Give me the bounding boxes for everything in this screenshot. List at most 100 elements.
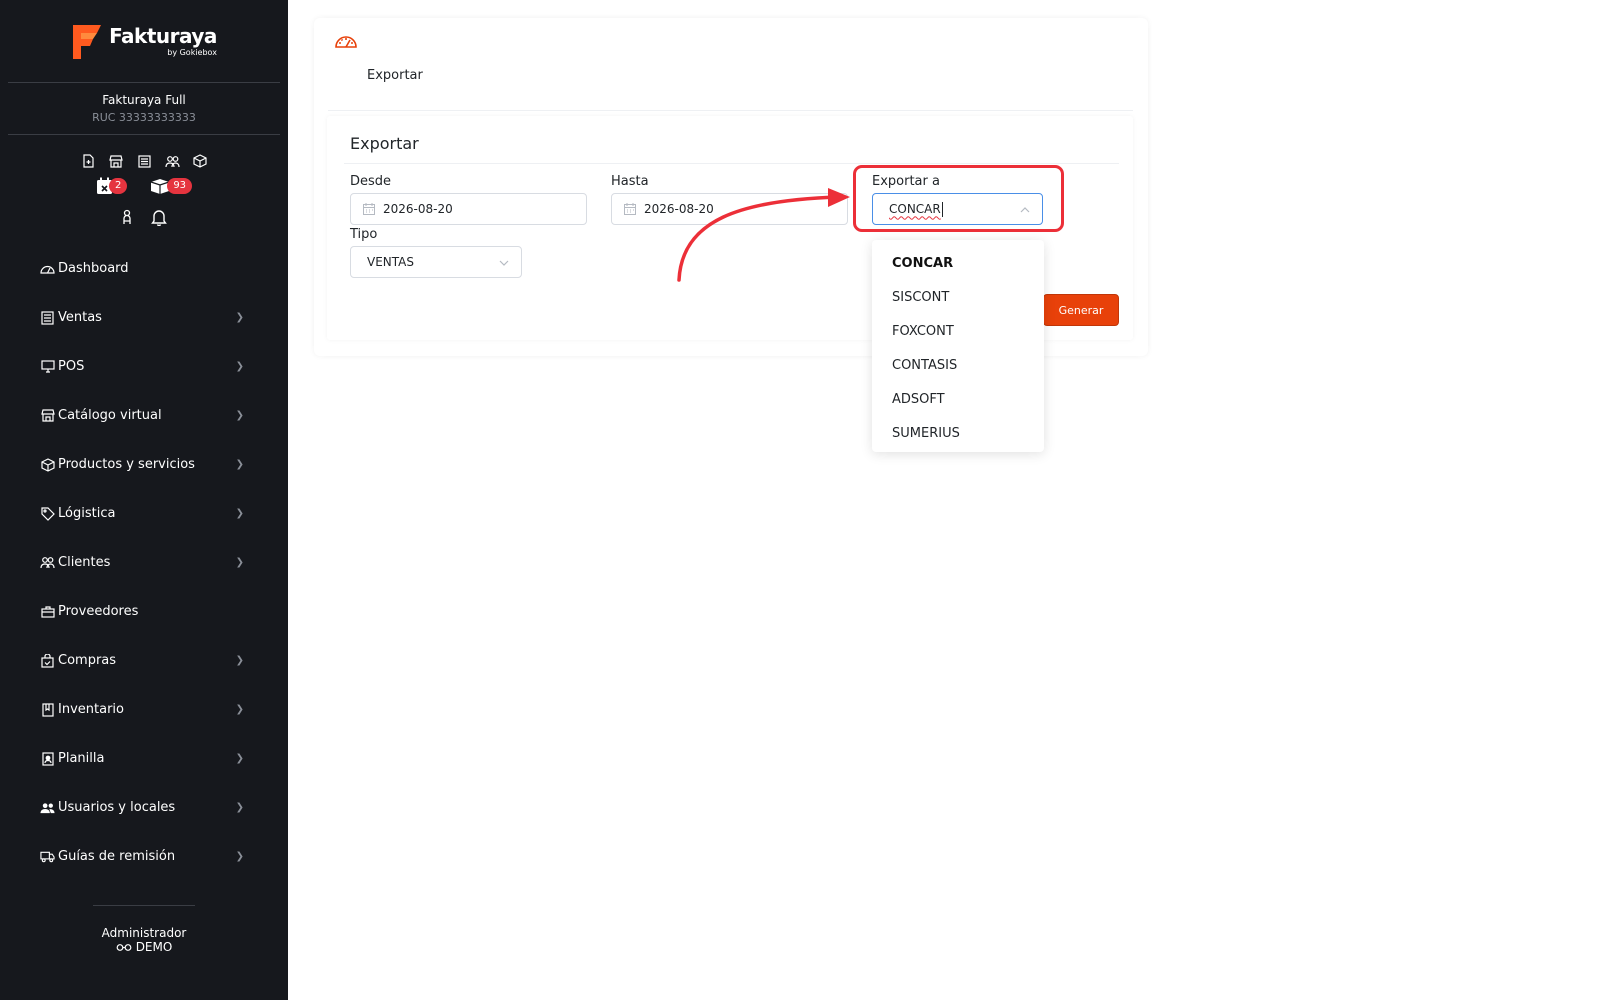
sidebar-item-compras[interactable]: Compras ❯ bbox=[0, 636, 288, 685]
file-plus-icon[interactable] bbox=[80, 153, 96, 169]
user-role: Administrador bbox=[101, 926, 187, 940]
hasta-date-input[interactable]: 2026-08-20 bbox=[611, 193, 848, 225]
chevron-right-icon: ❯ bbox=[235, 851, 244, 862]
sidebar-item-label: Guías de remisión bbox=[58, 849, 176, 864]
sidebar: Fakturaya by Gokiebox Fakturaya Full RUC… bbox=[0, 0, 288, 1000]
sidebar-item-inventario[interactable]: Inventario ❯ bbox=[0, 685, 288, 734]
sidebar-item-label: Productos y servicios bbox=[58, 457, 195, 472]
brand-tagline: by Gokiebox bbox=[167, 47, 217, 57]
briefcase-icon bbox=[40, 604, 55, 619]
book-icon bbox=[40, 702, 55, 717]
sidebar-item-planilla[interactable]: Planilla ❯ bbox=[0, 734, 288, 783]
company-info: Fakturaya Full RUC 33333333333 bbox=[0, 83, 288, 134]
sidebar-item-catalogo[interactable]: Catálogo virtual ❯ bbox=[0, 391, 288, 440]
generate-button[interactable]: Generar bbox=[1043, 294, 1119, 326]
monitor-icon bbox=[40, 359, 55, 374]
sidebar-item-label: Proveedores bbox=[58, 604, 139, 619]
fakturaya-logo-icon bbox=[73, 25, 102, 59]
chevron-right-icon: ❯ bbox=[235, 753, 244, 764]
store-icon[interactable] bbox=[108, 153, 124, 169]
quick-actions bbox=[0, 153, 288, 169]
sidebar-item-label: Lógistica bbox=[58, 506, 116, 521]
exportar-select-value: CONCAR bbox=[889, 201, 943, 217]
users-icon bbox=[40, 555, 55, 570]
dropdown-option-siscont[interactable]: SISCONT bbox=[872, 280, 1044, 314]
dropdown-option-contasis[interactable]: CONTASIS bbox=[872, 348, 1044, 382]
sidebar-item-productos[interactable]: Productos y servicios ❯ bbox=[0, 440, 288, 489]
sidebar-item-label: Catálogo virtual bbox=[58, 408, 162, 423]
dropdown-option-adsoft[interactable]: ADSOFT bbox=[872, 382, 1044, 416]
sidebar-menu: Dashboard Ventas ❯ POS ❯ Catálogo virtua… bbox=[0, 244, 288, 881]
sidebar-footer: Administrador DEMO bbox=[0, 905, 288, 954]
dashboard-icon bbox=[40, 261, 55, 276]
calendar-icon bbox=[624, 203, 636, 215]
sidebar-item-label: Compras bbox=[58, 653, 117, 668]
text-cursor bbox=[941, 201, 943, 217]
sidebar-item-label: Dashboard bbox=[58, 261, 129, 276]
tipo-label: Tipo bbox=[350, 227, 378, 242]
sidebar-item-label: Inventario bbox=[58, 702, 124, 717]
users-icon[interactable] bbox=[164, 153, 180, 169]
bell-icon[interactable] bbox=[151, 209, 167, 230]
calendar-badge-count: 2 bbox=[108, 178, 128, 194]
calendar-icon bbox=[363, 203, 375, 215]
chevron-up-icon bbox=[1020, 202, 1030, 216]
speedometer-icon bbox=[334, 32, 358, 54]
header-divider bbox=[328, 110, 1133, 111]
hasta-date-value: 2026-08-20 bbox=[644, 202, 714, 216]
desde-label: Desde bbox=[350, 174, 392, 189]
person-icon[interactable] bbox=[121, 209, 133, 230]
chevron-right-icon: ❯ bbox=[235, 361, 244, 372]
sidebar-item-pos[interactable]: POS ❯ bbox=[0, 342, 288, 391]
dropdown-option-concar[interactable]: CONCAR bbox=[872, 246, 1044, 280]
sidebar-item-logistica[interactable]: Lógistica ❯ bbox=[0, 489, 288, 538]
brand-logo: Fakturaya by Gokiebox bbox=[71, 21, 217, 61]
chevron-down-icon bbox=[499, 255, 509, 269]
receipt-icon bbox=[40, 310, 55, 325]
exportar-dropdown-menu: CONCAR SISCONT FOXCONT CONTASIS ADSOFT S… bbox=[872, 240, 1044, 452]
sidebar-item-label: Ventas bbox=[58, 310, 102, 325]
tag-icon bbox=[40, 506, 55, 521]
sidebar-item-usuarios[interactable]: Usuarios y locales ❯ bbox=[0, 783, 288, 832]
dropdown-option-sumerius[interactable]: SUMERIUS bbox=[872, 416, 1044, 450]
sidebar-item-proveedores[interactable]: Proveedores bbox=[0, 587, 288, 636]
section-divider bbox=[344, 163, 1119, 164]
tipo-select[interactable]: VENTAS bbox=[350, 246, 522, 278]
company-ruc: RUC 33333333333 bbox=[92, 111, 196, 124]
brand[interactable]: Fakturaya by Gokiebox bbox=[0, 0, 288, 82]
id-card-icon bbox=[40, 751, 55, 766]
store-icon bbox=[40, 408, 55, 423]
chevron-right-icon: ❯ bbox=[235, 655, 244, 666]
brand-name: Fakturaya bbox=[109, 23, 217, 48]
page-title: Exportar bbox=[367, 68, 423, 83]
exportar-label: Exportar a bbox=[872, 174, 940, 189]
sidebar-item-label: Clientes bbox=[58, 555, 111, 570]
chevron-right-icon: ❯ bbox=[235, 508, 244, 519]
footer-divider bbox=[93, 905, 195, 906]
sidebar-item-dashboard[interactable]: Dashboard bbox=[0, 244, 288, 293]
receipt-icon[interactable] bbox=[136, 153, 152, 169]
desde-date-value: 2026-08-20 bbox=[383, 202, 453, 216]
chevron-right-icon: ❯ bbox=[235, 410, 244, 421]
hasta-label: Hasta bbox=[611, 174, 649, 189]
glasses-icon bbox=[116, 944, 132, 951]
box-icon[interactable] bbox=[192, 153, 208, 169]
boxes-badge-count: 93 bbox=[167, 178, 193, 194]
user-account[interactable]: DEMO bbox=[0, 940, 288, 954]
user-group-icon bbox=[40, 800, 55, 815]
sidebar-item-label: Usuarios y locales bbox=[58, 800, 176, 815]
sidebar-item-clientes[interactable]: Clientes ❯ bbox=[0, 538, 288, 587]
sidebar-item-guias[interactable]: Guías de remisión ❯ bbox=[0, 832, 288, 881]
sidebar-divider bbox=[8, 134, 280, 135]
chevron-right-icon: ❯ bbox=[235, 557, 244, 568]
chevron-right-icon: ❯ bbox=[235, 802, 244, 813]
boxes-badge[interactable]: 93 bbox=[149, 177, 193, 195]
sidebar-item-ventas[interactable]: Ventas ❯ bbox=[0, 293, 288, 342]
calendar-badge[interactable]: 2 bbox=[96, 177, 128, 195]
box-icon bbox=[40, 457, 55, 472]
exportar-select[interactable]: CONCAR bbox=[872, 193, 1043, 225]
dropdown-option-foxcont[interactable]: FOXCONT bbox=[872, 314, 1044, 348]
chevron-right-icon: ❯ bbox=[235, 704, 244, 715]
sidebar-item-label: Planilla bbox=[58, 751, 105, 766]
desde-date-input[interactable]: 2026-08-20 bbox=[350, 193, 587, 225]
